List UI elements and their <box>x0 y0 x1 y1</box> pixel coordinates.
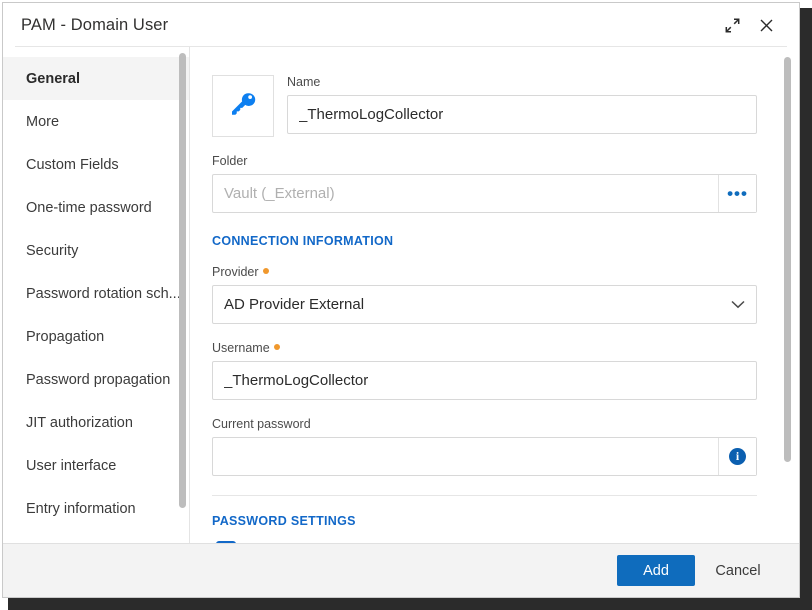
sidebar-item-one-time-password[interactable]: One-time password <box>3 186 189 229</box>
required-dot-icon <box>273 344 280 350</box>
sidebar-item-more[interactable]: More <box>3 100 189 143</box>
sidebar-item-label: One-time password <box>26 199 152 216</box>
current-password-label: Current password <box>212 417 311 431</box>
sidebar-item-jit-authorization[interactable]: JIT authorization <box>3 401 189 444</box>
sidebar-scrollbar[interactable] <box>179 53 186 508</box>
username-label-text: Username <box>212 341 270 355</box>
sidebar-item-label: User interface <box>26 457 117 474</box>
key-icon <box>228 89 258 124</box>
sidebar-item-security[interactable]: Security <box>3 229 189 272</box>
dialog-content: General More Custom Fields One-time pass… <box>3 47 799 543</box>
sidebar-item-custom-fields[interactable]: Custom Fields <box>3 143 189 186</box>
name-row: Name <box>212 75 757 137</box>
folder-browse-button[interactable]: ••• <box>718 175 756 212</box>
reset-password-checkbox-label: Reset password on check in <box>246 543 434 544</box>
current-password-input[interactable] <box>213 438 718 475</box>
sidebar-item-entry-information[interactable]: Entry information <box>3 487 189 530</box>
username-label: Username <box>212 341 757 356</box>
settings-sidebar: General More Custom Fields One-time pass… <box>3 47 190 543</box>
sidebar-item-password-rotation-schedule[interactable]: Password rotation sch... <box>3 272 189 315</box>
current-password-info-button[interactable]: i <box>718 438 756 475</box>
provider-select[interactable]: AD Provider External <box>212 285 757 324</box>
section-divider <box>212 495 757 496</box>
sidebar-item-label: General <box>26 70 80 87</box>
name-label: Name <box>287 75 321 89</box>
current-password-field-group: Current password i <box>212 417 757 476</box>
cancel-button[interactable]: Cancel <box>703 555 773 586</box>
sidebar-item-label: JIT authorization <box>26 414 133 431</box>
dialog-title: PAM - Domain User <box>21 15 169 34</box>
folder-label: Folder <box>212 154 248 168</box>
general-settings-panel: Name Folder ••• CONNECTION INFORMATION <box>190 47 799 543</box>
sidebar-item-label: Security <box>26 242 79 259</box>
sidebar-item-label: Password propagation <box>26 371 171 388</box>
reset-password-checkbox[interactable] <box>216 541 236 543</box>
current-password-input-group: i <box>212 437 757 476</box>
provider-label: Provider <box>212 265 757 280</box>
folder-field-group: Folder ••• <box>212 154 757 213</box>
ellipsis-icon: ••• <box>727 183 748 203</box>
connection-information-heading: CONNECTION INFORMATION <box>212 234 394 248</box>
name-input[interactable] <box>287 95 757 134</box>
folder-input-group: ••• <box>212 174 757 213</box>
sidebar-item-label: Entry information <box>26 500 136 517</box>
sidebar-item-label: More <box>26 113 60 130</box>
close-icon[interactable] <box>749 8 783 42</box>
folder-input[interactable] <box>213 175 718 212</box>
provider-label-text: Provider <box>212 265 259 279</box>
sidebar-item-general[interactable]: General <box>3 57 189 100</box>
name-field-group: Name <box>287 75 757 134</box>
sidebar-item-password-propagation[interactable]: Password propagation <box>3 358 189 401</box>
sidebar-item-label: Propagation <box>26 328 105 345</box>
window-shadow-bottom <box>8 598 812 610</box>
password-settings-heading: PASSWORD SETTINGS <box>212 514 356 528</box>
sidebar-item-label: Custom Fields <box>26 156 119 173</box>
info-icon: i <box>729 448 746 465</box>
required-dot-icon <box>262 268 269 274</box>
main-scrollbar[interactable] <box>784 57 791 462</box>
entry-icon-tile[interactable] <box>212 75 274 137</box>
sidebar-item-user-interface[interactable]: User interface <box>3 444 189 487</box>
add-button[interactable]: Add <box>617 555 695 586</box>
pam-domain-user-dialog: PAM - Domain User General More Custom Fi <box>2 2 800 598</box>
sidebar-item-label: Password rotation sch... <box>26 285 181 302</box>
provider-select-wrap: AD Provider External <box>212 285 757 324</box>
username-input[interactable] <box>212 361 757 400</box>
reset-password-on-checkin-row[interactable]: Reset password on check in <box>212 541 757 543</box>
title-bar: PAM - Domain User <box>3 3 799 47</box>
form-scroll-area: Name Folder ••• CONNECTION INFORMATION <box>190 47 799 543</box>
window-shadow-right <box>800 8 812 610</box>
expand-icon[interactable] <box>715 8 749 42</box>
username-field-group: Username <box>212 341 757 400</box>
provider-field-group: Provider AD Provider External <box>212 265 757 324</box>
dialog-footer: Add Cancel <box>3 543 799 597</box>
sidebar-item-propagation[interactable]: Propagation <box>3 315 189 358</box>
